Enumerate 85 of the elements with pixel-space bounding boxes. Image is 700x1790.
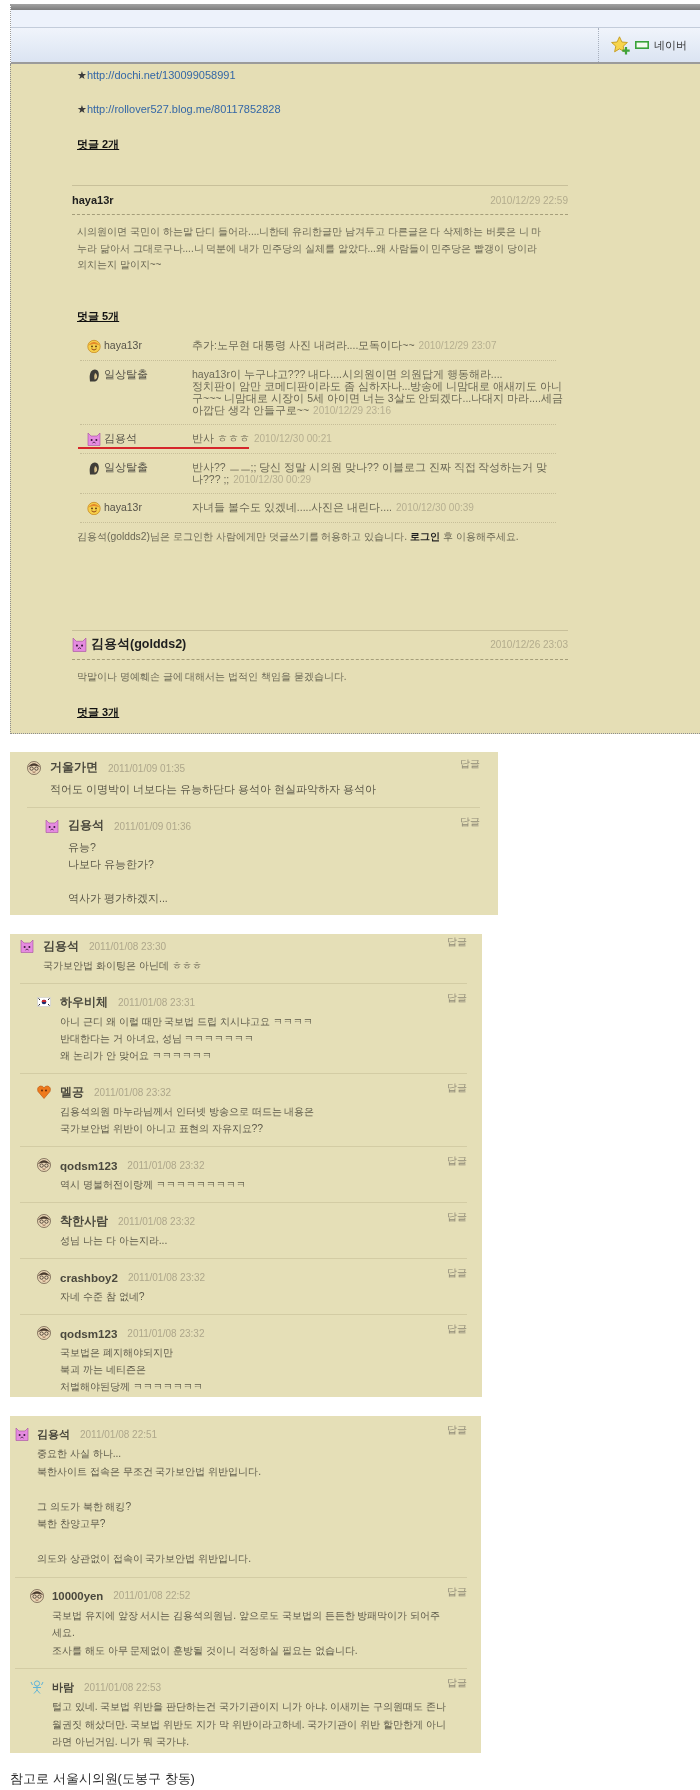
comment-line: 나??? ;; [192, 472, 230, 485]
reply-link[interactable]: 답글 [447, 937, 467, 947]
star-plus-icon[interactable] [611, 35, 630, 55]
entry-author: haya13r [72, 194, 114, 206]
comment-text: 국보법은 폐지해야되지만 북괴 까는 네티즌은 처벌해야된당께 ㅋㅋㅋㅋㅋㅋㅋ [60, 1346, 203, 1394]
reply-link[interactable]: 답글 [447, 1425, 467, 1435]
comment-text: 유능? 나보다 유능한가? 역사가 평가하겠지... [68, 840, 168, 906]
login-notice: 김용석(goldds2)님은 로그인한 사람에게만 덧글쓰기를 허용하고 있습니다. 로그인 후 이용해주세요. [77, 529, 519, 544]
comment-line: 아깝단 생각 안들구로~~ [192, 403, 310, 416]
comment-line: 구~~~ 니맘대로 시장이 5세 아이면 너는 3살도 안되겠다...나대지 마라....세금 [192, 391, 563, 404]
author-name: 일상탈출 [104, 367, 148, 380]
comment-line: 추가:노무현 대통령 사진 내려라....모독이다~~ [192, 338, 415, 351]
comment-count-link[interactable]: 덧글 3개 [77, 706, 120, 718]
author-name: 10000yen [52, 1589, 104, 1602]
author-name: qodsm123 [60, 1158, 118, 1172]
comment-text: 자네 수준 참 없네? [60, 1290, 145, 1304]
comment-count-link[interactable]: 덧글 2개 [77, 138, 120, 150]
author-name: crashboy2 [60, 1270, 118, 1284]
reply-link[interactable]: 답글 [460, 759, 480, 769]
stick-figure-icon [30, 1680, 44, 1694]
reply-link[interactable]: 답글 [447, 1678, 467, 1688]
cat-face-icon [87, 431, 101, 446]
comment-count-link[interactable]: 덧글 5개 [77, 309, 120, 322]
silhouette-icon [87, 460, 101, 475]
comment-line: 반사 ㅎㅎㅎ [192, 431, 250, 444]
smiley-face-icon [87, 500, 101, 515]
comment-text: 국가보안법 화이팅은 아닌데 ㅎㅎㅎ [43, 959, 202, 973]
reply-link[interactable]: 답글 [447, 1156, 467, 1166]
cat-face-icon [72, 637, 87, 652]
smiley-face-icon [87, 338, 101, 353]
cat-face-icon [15, 1427, 29, 1441]
author-name: 멜공 [60, 1084, 84, 1100]
glasses-face-icon [27, 761, 41, 775]
author-name: 하우비체 [60, 994, 108, 1010]
comment-text: 김용석의원 마누라님께서 인터넷 방송으로 떠드는 내용은 국가보안법 위반이 아니고 표현의 자유지요?? [60, 1105, 315, 1136]
comment-text: 아니 근디 왜 이럴 때만 국보법 드립 치시냐고요 ㅋㅋㅋㅋ 반대한다는 거 아녀요, 성님 ㅋㅋㅋㅋㅋㅋㅋ 왜 논리가 안 맞어요 ㅋㅋㅋㅋㅋㅋ [60, 1015, 314, 1063]
cat-face-icon [45, 819, 59, 833]
glasses-face-icon [37, 1270, 51, 1284]
reply-link[interactable]: 답글 [447, 1324, 467, 1334]
author-name: 김용석 [68, 818, 104, 834]
comment-text: 국보법 유지에 앞장 서시는 김용석의원님. 앞으로도 국보법의 든든한 방패막이가 되어주 세요. 조사를 해도 아무 문제없이 훈방될 것이니 걱정하실 필요는 없습니다. [52, 1608, 441, 1658]
glasses-face-icon [37, 1158, 51, 1172]
author-name: haya13r [104, 500, 142, 513]
comment-text: 성님 나는 다 아는지라... [60, 1234, 168, 1248]
rectangle-icon [635, 41, 649, 49]
author-name: haya13r [104, 338, 142, 351]
reply-link[interactable]: 답글 [447, 993, 467, 1003]
glasses-face-icon [37, 1214, 51, 1228]
author-name: 일상탈출 [104, 460, 148, 473]
url-link[interactable]: http://rollover527.blog.me/80117852828 [86, 103, 281, 115]
reply-link[interactable]: 답글 [447, 1268, 467, 1278]
footer-note: 참고로 서울시의원(도봉구 창동) [10, 1770, 195, 1787]
author-name: 김용석 [104, 431, 137, 444]
author-name: 바람 [52, 1679, 74, 1695]
bookmark-link[interactable]: 네이버 [654, 37, 687, 53]
comment-line: haya13r이 누구냐고??? 내다....시의원이면 의원답게 행동해라.... [192, 367, 503, 380]
heart-icon [37, 1085, 51, 1099]
comment-text: 중요한 사실 하나... 북한사이트 접속은 무조건 국가보안법 위반입니다. 그 의도가 북한 해킹? 북한 찬양고무? 의도와 상관없이 접속이 국가보안법 위반입니다. [37, 1447, 262, 1566]
cat-face-icon [20, 939, 34, 953]
comment-text: 적어도 이명박이 너보다는 유능하단다 용석아 현실파악하자 용석아 [50, 782, 376, 797]
reply-link[interactable]: 답글 [447, 1586, 467, 1597]
glasses-face-icon [30, 1588, 44, 1603]
comment-line: 자녀들 볼수도 있겠네.....사진은 내린다.... [192, 500, 392, 513]
silhouette-icon [87, 367, 101, 382]
entry-author: 김용석(goldds2) [91, 636, 187, 653]
comment-text: 역시 명불허전이랑께 ㅋㅋㅋㅋㅋㅋㅋㅋㅋ [60, 1178, 246, 1192]
entry-body: 시의원이면 국민이 하는말 단디 들어라....니한테 유리한글만 남겨두고 다른글은 다 삭제하는 버릇은 니 마 누라 닮아서 그대로구나....니 덕분에 내가 민주당의 실체를 알았다...왜 사람들이 민주당은 빨갱이 당이라 외치는지 말이지~~ [76, 225, 542, 272]
url-link[interactable]: http://dochi.net/130099058991 [86, 69, 236, 81]
reply-link[interactable]: 답글 [447, 1212, 467, 1222]
reply-link[interactable]: 답글 [447, 1083, 467, 1093]
author-name: 김용석 [43, 938, 79, 954]
comment-line: 반사?? ㅡㅡ;; 당신 정말 시의원 맞나?? 이블로그 진짜 직접 작성하는거 맞 [192, 460, 548, 473]
author-name: 김용석 [37, 1426, 70, 1442]
glasses-face-icon [37, 1326, 51, 1340]
flag-icon [37, 995, 51, 1009]
reply-link[interactable]: 답글 [460, 817, 480, 827]
comment-text: 털고 있네. 국보법 위반을 판단하는건 국가기관이지 니가 아냐. 이새끼는 구의원때도 존나 월권짓 해샀더만. 국보법 위반도 지가 막 위반이라고하네. 국가기관이 위반 할만한게 아니 라면 아닌거임. 니가 뭐 국가냐. [52, 1700, 446, 1749]
comment-line: 정치판이 암만 코메디판이라도 좀 심하자나...방송에 니맘대로 애새끼도 아니 [192, 379, 563, 392]
author-name: qodsm123 [60, 1326, 118, 1340]
author-name: 착한사람 [60, 1213, 108, 1229]
author-name: 거울가면 [50, 760, 98, 776]
login-link[interactable]: 로그인 [409, 530, 440, 542]
entry-body: 막말이나 명예훼손 글에 대해서는 법적인 책임을 묻겠습니다. [76, 669, 347, 684]
star-bullet: ★ [77, 103, 87, 115]
star-bullet: ★ [77, 69, 87, 81]
